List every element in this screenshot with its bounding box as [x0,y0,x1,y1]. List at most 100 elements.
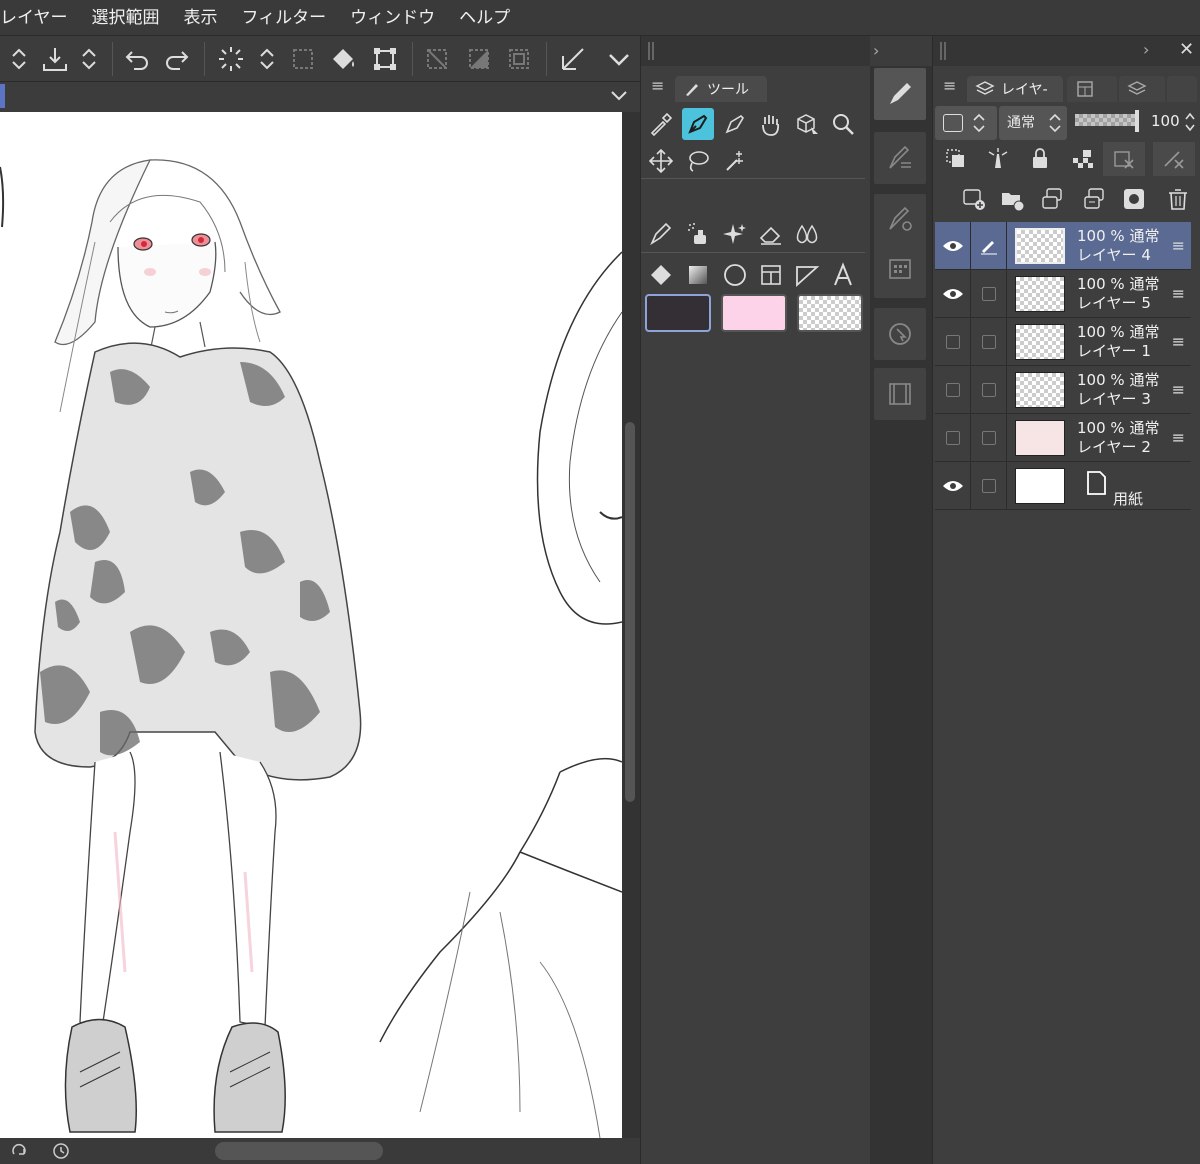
menu-view[interactable]: 表示 [172,0,230,36]
layer-row-paper[interactable]: 用紙 [935,462,1191,510]
horizontal-scrollbar-thumb[interactable] [215,1142,383,1160]
layer-checkbox[interactable] [971,318,1007,366]
tab-layer[interactable]: レイヤ- [967,76,1063,102]
move-icon[interactable] [645,145,677,177]
tab-layer-search[interactable] [1119,76,1165,102]
figure-ellipse-icon[interactable] [719,259,751,291]
hand-icon[interactable] [755,108,787,140]
trash-icon[interactable] [1161,182,1195,216]
blend-drops-icon[interactable] [791,218,823,250]
transparent-color-swatch[interactable] [797,294,863,332]
select-all-icon[interactable] [286,41,320,77]
layer-row-3[interactable]: 100 % 通常 レイヤー 3 ≡ [935,366,1191,414]
menu-layer[interactable]: レイヤー [0,0,80,36]
layer-checkbox[interactable] [971,270,1007,318]
pencil-icon[interactable] [719,108,751,140]
layer-menu-icon[interactable]: ≡ [1172,428,1185,447]
tab-layer-property[interactable] [1067,76,1117,102]
visibility-eye-icon[interactable] [935,222,971,270]
menu-filter[interactable]: フィルター [230,0,339,36]
layer-menu-icon[interactable]: ≡ [1172,380,1185,399]
history-clock-icon[interactable] [52,1142,70,1164]
reference-layer-icon[interactable] [939,142,973,176]
layer-row-5[interactable]: 100 % 通常 レイヤー 5 ≡ [935,270,1191,318]
tab-tool[interactable]: ツール [675,76,767,102]
blend-mode-select[interactable]: 通常 [999,106,1067,140]
eyedropper-icon[interactable] [645,108,677,140]
menu-window[interactable]: ウィンドウ [338,0,447,36]
clear-selection-icon[interactable] [420,41,454,77]
layer-menu-icon[interactable]: ≡ [1172,236,1185,255]
expand-arrows-icon-3[interactable] [250,41,284,77]
fill-bucket-icon[interactable] [326,41,360,77]
fill-icon[interactable] [645,259,677,291]
draft-layer-icon[interactable] [1153,142,1195,176]
calendar-grid-icon[interactable] [885,254,915,284]
scrollbar-thumb[interactable] [625,422,635,802]
canvas-vertical-scrollbar[interactable] [622,112,640,1138]
visibility-checkbox[interactable] [935,318,971,366]
eraser-icon[interactable] [755,218,787,250]
layer-checkbox[interactable] [971,414,1007,462]
pen-tool-icon[interactable] [682,108,714,140]
lighthouse-reference-icon[interactable] [981,142,1015,176]
lock-transparency-icon[interactable] [1065,142,1099,176]
tab-layer-extra[interactable] [1167,76,1197,102]
redo-icon[interactable] [160,41,194,77]
layer-checkbox[interactable] [971,366,1007,414]
layer-mask-icon[interactable] [1117,182,1151,216]
airbrush-icon[interactable] [682,218,714,250]
expand-arrows-icon-2[interactable] [72,41,106,77]
opacity-slider[interactable] [1075,110,1139,132]
brush-size-panel-icon[interactable] [874,68,926,120]
canvas-tab-indicator[interactable] [0,84,5,108]
panel-menu-icon[interactable]: ≡ [651,76,664,95]
layer-menu-icon[interactable]: ≡ [1172,284,1185,303]
3d-object-icon[interactable] [791,108,823,140]
editing-pen-icon[interactable] [971,222,1007,270]
expand-arrows-icon[interactable] [2,41,36,77]
gradient-icon[interactable] [682,259,714,291]
opacity-stepper-icon[interactable] [1183,110,1197,134]
ruler-snap-icon[interactable] [556,41,590,77]
frame-border-icon[interactable] [755,259,787,291]
text-icon[interactable] [827,259,859,291]
clipping-mask-toggle[interactable] [935,106,997,140]
undo-icon[interactable] [120,41,154,77]
transfer-down-icon[interactable] [1035,182,1069,216]
close-icon[interactable]: ✕ [1179,39,1194,60]
film-animation-icon[interactable] [874,368,926,420]
chevron-down-icon[interactable] [602,41,636,77]
sub-color-swatch[interactable] [721,294,787,332]
collapse-arrow-icon[interactable]: › [873,41,879,60]
new-folder-icon[interactable] [995,182,1029,216]
clip-layer-icon[interactable] [1103,142,1145,176]
menu-selection[interactable]: 選択範囲 [80,0,172,36]
rotate-icon[interactable] [10,1142,28,1164]
layer-row-4[interactable]: 100 % 通常 レイヤー 4 ≡ [935,222,1191,270]
visibility-eye-icon[interactable] [935,270,971,318]
layer-checkbox[interactable] [971,462,1007,510]
selection-border-icon[interactable] [502,41,536,77]
transform-icon[interactable] [368,41,402,77]
sub-tool-detail-icon[interactable] [874,194,926,298]
zoom-icon[interactable] [827,108,859,140]
magic-wand-icon[interactable] [719,145,751,177]
panel-menu-icon[interactable]: ≡ [943,76,956,95]
navigator-icon[interactable] [874,308,926,360]
lock-icon[interactable] [1023,142,1057,176]
brush-icon[interactable] [645,218,677,250]
chevron-down-icon[interactable] [608,84,630,110]
visibility-checkbox[interactable] [935,366,971,414]
visibility-checkbox[interactable] [935,414,971,462]
loading-sparkle-icon[interactable] [214,41,248,77]
save-icon[interactable] [38,41,72,77]
combine-layers-icon[interactable] [1077,182,1111,216]
collapse-arrow-icon[interactable]: › [1143,40,1149,59]
decoration-sparkle-icon[interactable] [719,218,751,250]
invert-selection-icon[interactable] [462,41,496,77]
new-raster-layer-icon[interactable] [957,182,991,216]
ruler-icon[interactable] [791,259,823,291]
lasso-icon[interactable] [682,145,714,177]
tool-property-panel-icon[interactable] [874,132,926,184]
